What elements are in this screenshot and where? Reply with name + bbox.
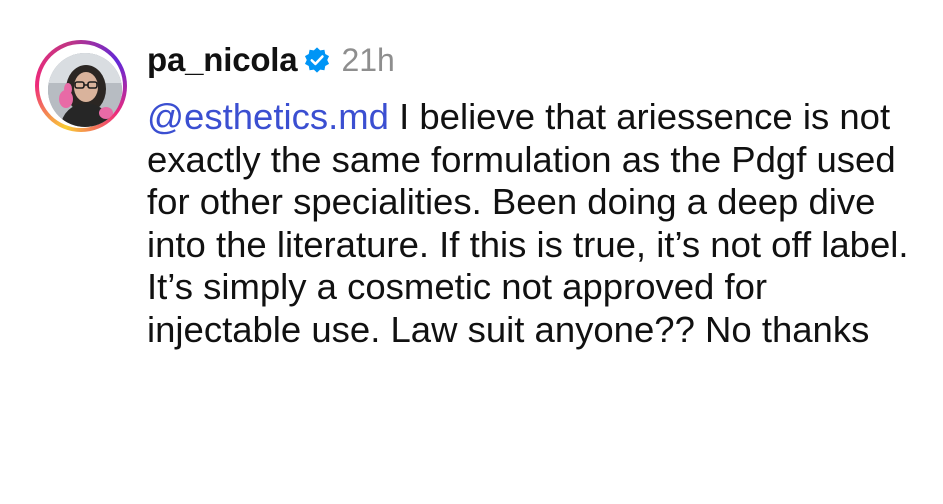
comment-timestamp: 21h xyxy=(341,41,395,78)
comment-body: @esthetics.md I believe that ariessence … xyxy=(147,96,927,352)
avatar-photo-illustration xyxy=(48,53,122,127)
username-link[interactable]: pa_nicola xyxy=(147,41,298,79)
avatar-story-ring[interactable] xyxy=(35,40,127,132)
comment-header: pa_nicola 21h xyxy=(147,38,395,82)
avatar[interactable] xyxy=(48,53,122,127)
mention-link[interactable]: @esthetics.md xyxy=(147,96,389,137)
verified-badge-icon xyxy=(303,46,331,74)
avatar-ring-gap xyxy=(39,44,123,128)
